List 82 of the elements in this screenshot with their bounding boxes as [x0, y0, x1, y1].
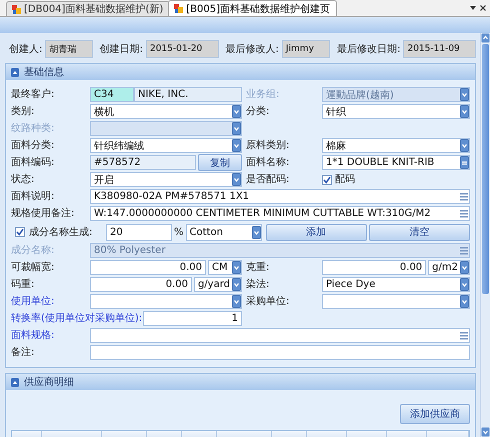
field-label: 采购单位: — [245, 294, 290, 309]
field-label: 染法: — [245, 278, 270, 292]
scroll-up-icon[interactable] — [481, 33, 490, 43]
field-label: 最后修改日期: — [337, 42, 400, 56]
unit-dropdown[interactable]: g/yard — [194, 277, 242, 292]
field-label: 最终客户: — [11, 88, 56, 102]
tab[interactable]: [DB004]面料基础数据维护(新) — [6, 1, 170, 16]
input-field[interactable]: 0.00 — [90, 260, 206, 275]
copy-button[interactable]: 复制 — [198, 154, 242, 171]
add-button[interactable]: 添加 — [266, 224, 367, 240]
group-title: 供应商明细 — [24, 376, 74, 389]
field-label: 备注: — [11, 346, 36, 360]
dropdown[interactable]: 开启 — [90, 172, 242, 187]
field-label: 码重: — [11, 278, 36, 292]
dropdown[interactable]: Cotton — [186, 224, 262, 240]
input-field[interactable] — [90, 328, 470, 343]
checkbox-label: 配码 — [335, 173, 355, 187]
field-label: 最后修改人: — [226, 42, 279, 56]
input-field[interactable]: 0.00 — [90, 277, 192, 292]
name-field: NIKE, INC. — [134, 87, 242, 102]
field-label: 成分名称: — [11, 244, 56, 258]
scrollbar[interactable] — [480, 33, 490, 437]
input-field[interactable]: 1*1 DOUBLE KNIT-RIB — [322, 155, 470, 170]
field-label: 创建日期: — [100, 42, 143, 56]
dropdown[interactable]: Piece Dye — [322, 277, 470, 292]
collapse-icon[interactable] — [11, 68, 19, 76]
field-label: 是否配码: — [245, 173, 290, 187]
field-label: 面料编码: — [11, 156, 56, 170]
dropdown[interactable]: 针织纬编绒 — [90, 138, 242, 153]
field-label: 状态: — [11, 172, 36, 187]
ellipsis-button-icon[interactable] — [460, 156, 469, 169]
field-label: 创建人: — [9, 42, 42, 56]
input-field[interactable]: W:147.0000000000 CENTIMETER MINIMUM CUTTABLE WT:310G/M2 — [90, 206, 470, 221]
dropdown[interactable]: 棉麻 — [322, 138, 470, 153]
readonly-field: Jimmy — [282, 40, 330, 58]
field-link[interactable]: 转换率(使用单位对采购单位): — [11, 311, 142, 326]
input-field[interactable] — [90, 345, 470, 360]
lines-icon[interactable] — [460, 208, 468, 219]
input-field[interactable]: 1 — [143, 311, 242, 326]
field-label: 规格使用备注: — [11, 206, 76, 221]
field-link[interactable]: 使用单位: — [11, 294, 90, 309]
field-label: 原料类别: — [245, 138, 290, 153]
lines-icon[interactable] — [460, 330, 468, 341]
code-field[interactable]: C34 — [90, 87, 134, 102]
app-icon — [12, 4, 21, 14]
readonly-field: 胡青瑞 — [45, 40, 93, 58]
clear-button[interactable]: 清空 — [368, 224, 470, 240]
scroll-down-icon[interactable] — [481, 427, 490, 437]
lines-icon[interactable] — [460, 191, 468, 202]
input-field[interactable]: 20 — [106, 224, 172, 240]
percent-sign: % — [174, 226, 184, 240]
readonly-field: 2015-11-09 — [403, 40, 476, 58]
tab-list-icon[interactable] — [470, 5, 476, 11]
field-label: 面料说明: — [11, 190, 56, 204]
dropdown[interactable] — [90, 294, 242, 309]
group-title: 基础信息 — [24, 66, 64, 79]
dropdown[interactable]: 横机 — [90, 104, 242, 119]
close-icon[interactable] — [480, 5, 486, 11]
field-label: 克重: — [245, 260, 270, 275]
collapse-icon[interactable] — [11, 378, 19, 386]
field-label: 纹路种类: — [11, 122, 56, 136]
unit-dropdown[interactable]: g/m2 — [428, 260, 470, 275]
dropdown[interactable]: 针织 — [322, 104, 470, 119]
field-label: 成分名称生成: — [29, 226, 92, 240]
field-label: 可裁幅宽: — [11, 260, 56, 275]
dropdown[interactable] — [322, 294, 470, 309]
input-field[interactable]: K380980-02A PM#578571 1X1 — [90, 189, 470, 204]
input-field[interactable]: 0.00 — [322, 260, 426, 275]
tab[interactable]: [B005]面料基础数据维护创建页 — [168, 0, 338, 16]
field-label: 面料名称: — [245, 156, 290, 170]
field-link[interactable]: 面料规格: — [11, 328, 90, 343]
field-label: 面料分类: — [11, 138, 56, 153]
field-label: 分类: — [245, 104, 270, 119]
readonly-field: 2015-01-20 — [146, 40, 218, 58]
add-supplier-button[interactable]: 添加供应商 — [400, 404, 470, 424]
unit-dropdown[interactable]: CM — [208, 260, 242, 275]
field-label: 类别: — [11, 104, 36, 119]
field-label: 业务组: — [245, 88, 280, 102]
checkbox[interactable] — [15, 227, 25, 237]
input-field[interactable]: #578572 — [90, 155, 196, 170]
checkbox[interactable] — [322, 174, 332, 184]
app-icon — [174, 4, 184, 13]
